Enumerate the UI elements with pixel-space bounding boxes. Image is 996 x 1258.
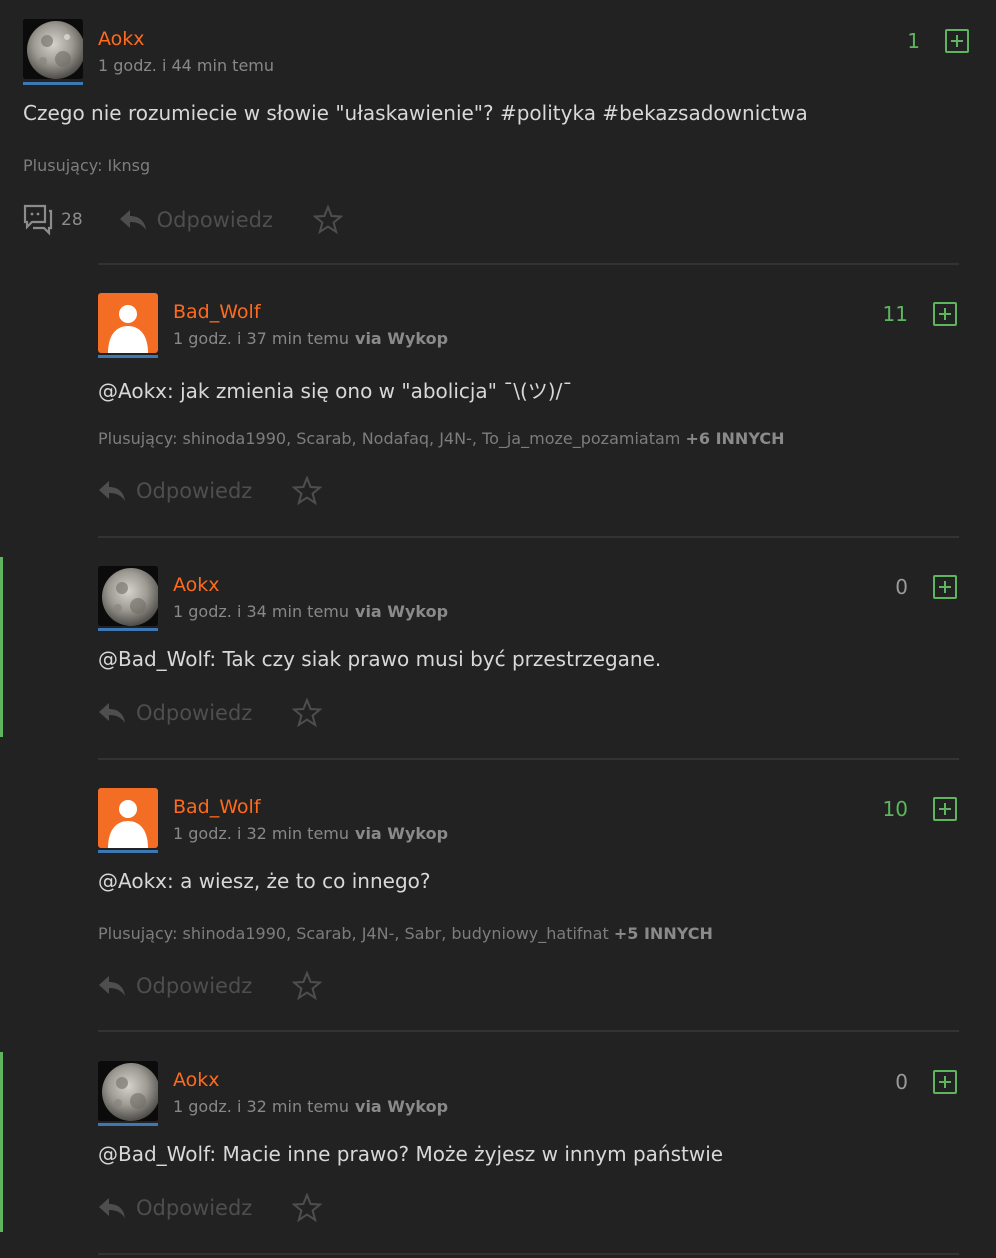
comment-time: 1 godz. i 37 min temu via Wykop (173, 329, 448, 348)
plus-icon[interactable] (933, 1070, 957, 1094)
via-label[interactable]: via Wykop (355, 329, 448, 348)
reply-button[interactable]: Odpowiedz (119, 208, 273, 232)
reply-label: Odpowiedz (136, 1196, 253, 1220)
time-link[interactable]: 1 godz. i 34 min temu (173, 602, 349, 621)
comment-body: @Bad_Wolf: Tak czy siak prawo musi być p… (98, 647, 662, 671)
comment-actions: Odpowiedz (98, 1191, 323, 1225)
moon-avatar-image (98, 1061, 158, 1121)
avatar[interactable] (98, 293, 158, 353)
vote-count: 0 (895, 1070, 908, 1094)
voters-more[interactable]: +5 INNYCH (614, 924, 713, 943)
avatar-underline (98, 355, 158, 358)
plus-icon[interactable] (933, 302, 957, 326)
voters-list: Plusujący: shinoda1990, Scarab, Nodafaq,… (98, 429, 784, 448)
voters-more[interactable]: +6 INNYCH (685, 429, 784, 448)
reply-button[interactable]: Odpowiedz (98, 1196, 252, 1220)
reply-label: Odpowiedz (136, 479, 253, 503)
avatar[interactable] (98, 566, 158, 626)
reply-icon (119, 210, 146, 230)
own-comment-marker (0, 557, 3, 737)
author-name[interactable]: Bad_Wolf (173, 796, 261, 818)
vote-count: 1 (907, 29, 920, 53)
voters-list[interactable]: Plusujący: Iknsg (23, 156, 150, 175)
comment-body: @Aokx: a wiesz, że to co innego? (98, 869, 431, 893)
star-icon[interactable] (312, 205, 343, 235)
avatar-underline (98, 850, 158, 853)
comment-time: 1 godz. i 32 min temu via Wykop (173, 1097, 448, 1116)
comments-count: 28 (61, 210, 83, 230)
voters-names[interactable]: Plusujący: shinoda1990, Scarab, Nodafaq,… (98, 429, 680, 448)
reply-button[interactable]: Odpowiedz (98, 479, 252, 503)
comment-time: 1 godz. i 34 min temu via Wykop (173, 602, 448, 621)
reply-label: Odpowiedz (156, 208, 273, 232)
time-link[interactable]: 1 godz. i 32 min temu (173, 1097, 349, 1116)
plus-icon[interactable] (933, 797, 957, 821)
reply-icon (99, 481, 125, 501)
author-name[interactable]: Bad_Wolf (173, 301, 261, 323)
comment-body: @Aokx: jak zmienia się ono w "abolicja" … (98, 379, 573, 403)
vote-count: 11 (882, 302, 908, 326)
plus-icon[interactable] (933, 575, 957, 599)
avatar-underline (98, 1123, 158, 1126)
post-body: Czego nie rozumiecie w słowie "ułaskawie… (23, 101, 808, 125)
voters-list: Plusujący: shinoda1990, Scarab, J4N-, Sa… (98, 924, 713, 943)
post-actions: 28 Odpowiedz (23, 203, 343, 237)
divider (98, 1030, 959, 1032)
star-icon[interactable] (292, 971, 323, 1001)
time-link[interactable]: 1 godz. i 37 min temu (173, 329, 349, 348)
comment-actions: Odpowiedz (98, 969, 323, 1003)
avatar-underline (98, 628, 158, 631)
reply-label: Odpowiedz (136, 974, 253, 998)
reply-button[interactable]: Odpowiedz (98, 701, 252, 725)
comment-body: @Bad_Wolf: Macie inne prawo? Może żyjesz… (98, 1142, 724, 1166)
reply-icon (99, 703, 125, 723)
divider (98, 536, 959, 538)
reply-icon (99, 1198, 125, 1218)
star-icon[interactable] (292, 1193, 323, 1223)
comment-time: 1 godz. i 32 min temu via Wykop (173, 824, 448, 843)
post-time[interactable]: 1 godz. i 44 min temu (98, 56, 274, 75)
plus-icon[interactable] (945, 29, 969, 53)
avatar[interactable] (98, 788, 158, 848)
divider (98, 263, 959, 265)
vote-count: 10 (882, 797, 908, 821)
time-link[interactable]: 1 godz. i 32 min temu (173, 824, 349, 843)
vote-count: 0 (895, 575, 908, 599)
default-user-icon (98, 788, 158, 848)
comment-actions: Odpowiedz (98, 696, 323, 730)
own-comment-marker (0, 1052, 3, 1232)
comment-actions: Odpowiedz (98, 474, 323, 508)
star-icon[interactable] (292, 476, 323, 506)
avatar[interactable] (23, 19, 83, 79)
via-label[interactable]: via Wykop (355, 602, 448, 621)
reply-icon (99, 976, 125, 996)
avatar-underline (23, 82, 83, 85)
comment-icon (23, 204, 53, 236)
comments-button[interactable]: 28 (23, 204, 83, 236)
author-name[interactable]: Aokx (173, 574, 220, 596)
divider (98, 758, 959, 760)
author-name[interactable]: Aokx (173, 1069, 220, 1091)
moon-avatar-image (98, 566, 158, 626)
reply-button[interactable]: Odpowiedz (98, 974, 252, 998)
default-user-icon (98, 293, 158, 353)
author-name[interactable]: Aokx (98, 28, 145, 50)
star-icon[interactable] (292, 698, 323, 728)
via-label[interactable]: via Wykop (355, 1097, 448, 1116)
divider (98, 1253, 959, 1255)
avatar[interactable] (98, 1061, 158, 1121)
moon-avatar-image (23, 19, 83, 79)
voters-names[interactable]: Plusujący: shinoda1990, Scarab, J4N-, Sa… (98, 924, 609, 943)
reply-label: Odpowiedz (136, 701, 253, 725)
via-label[interactable]: via Wykop (355, 824, 448, 843)
